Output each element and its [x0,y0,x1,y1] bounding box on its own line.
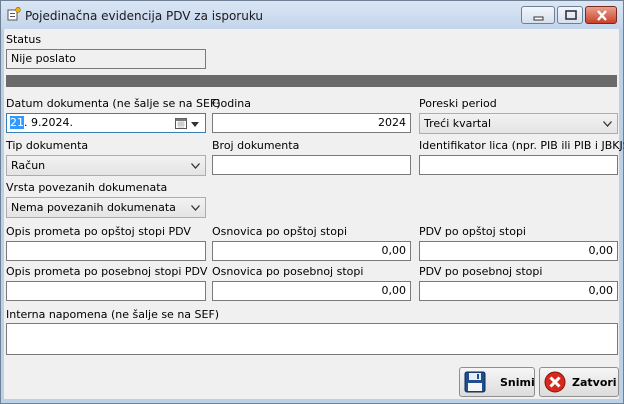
godina-input[interactable]: 2024 [212,113,411,133]
vrsta-povezanih-value: Nema povezanih dokumenata [11,201,176,214]
opis-posebna-label: Opis prometa po posebnoj stopi PDV [6,265,208,278]
title-bar[interactable]: Pojedinačna evidencija PDV za isporuku [1,1,623,29]
chevron-down-icon[interactable] [191,122,199,127]
floppy-disk-icon [464,371,486,393]
status-field: Nije poslato [6,49,206,69]
godina-label: Godina [212,97,252,110]
maximize-icon [565,10,577,20]
tip-dokumenta-select[interactable]: Račun [6,155,206,176]
datum-date-picker[interactable]: 21. 9.2024. [6,113,206,133]
chevron-down-icon [191,205,200,211]
datum-label: Datum dokumenta (ne šalje se na SEF) [6,97,221,110]
poreski-period-value: Treći kvartal [424,117,492,130]
maximize-button[interactable] [557,6,583,24]
tip-dokumenta-value: Račun [11,159,46,172]
datum-rest-segment[interactable]: . 9.2024. [24,116,73,129]
calendar-icon[interactable] [175,117,187,129]
identifikator-input[interactable] [419,155,618,175]
close-button[interactable]: Zatvori [539,367,619,397]
minimize-button[interactable] [521,6,555,24]
minimize-icon [533,16,544,21]
opis-opsta-input[interactable] [6,241,206,261]
form-body: Status Nije poslato Datum dokumenta (ne … [4,29,624,399]
dialog-window: Pojedinačna evidencija PDV za isporuku S… [0,0,624,404]
pdv-opsta-input[interactable]: 0,00 [419,241,618,261]
opis-opsta-label: Opis prometa po opštoj stopi PDV [6,225,191,238]
close-button-label: Zatvori [572,376,617,389]
opis-posebna-input[interactable] [6,281,206,301]
window-title: Pojedinačna evidencija PDV za isporuku [25,9,264,23]
close-window-button[interactable] [585,6,617,24]
tip-dokumenta-label: Tip dokumenta [6,139,89,152]
save-button[interactable]: Snimi [459,367,535,397]
poreski-period-label: Poreski period [419,97,497,110]
broj-dokumenta-input[interactable] [212,155,411,175]
napomena-textarea[interactable] [6,323,618,355]
osnovica-opsta-label: Osnovica po opštoj stopi [212,225,348,238]
vrsta-povezanih-label: Vrsta povezanih dokumenata [6,181,168,194]
pdv-posebna-label: PDV po posebnoj stopi [419,265,543,278]
close-icon [597,10,607,21]
osnovica-posebna-label: Osnovica po posebnoj stopi [212,265,364,278]
pdv-opsta-label: PDV po opštoj stopi [419,225,526,238]
osnovica-posebna-input[interactable]: 0,00 [212,281,411,301]
status-label: Status [6,33,42,46]
save-button-label: Snimi [500,376,535,389]
datum-day-segment[interactable]: 21 [10,116,24,129]
chevron-down-icon [603,121,612,127]
app-icon [7,7,21,21]
pdv-posebna-input[interactable]: 0,00 [419,281,618,301]
chevron-down-icon [191,163,200,169]
vrsta-povezanih-select[interactable]: Nema povezanih dokumenata [6,197,206,218]
broj-dokumenta-label: Broj dokumenta [212,139,300,152]
napomena-label: Interna napomena (ne šalje se na SEF) [6,308,220,321]
section-divider-bar [6,75,617,87]
osnovica-opsta-input[interactable]: 0,00 [212,241,411,261]
identifikator-label: Identifikator lica (npr. PIB ili PIB i J… [419,139,624,152]
poreski-period-select[interactable]: Treći kvartal [419,113,618,134]
cancel-icon [544,371,566,393]
